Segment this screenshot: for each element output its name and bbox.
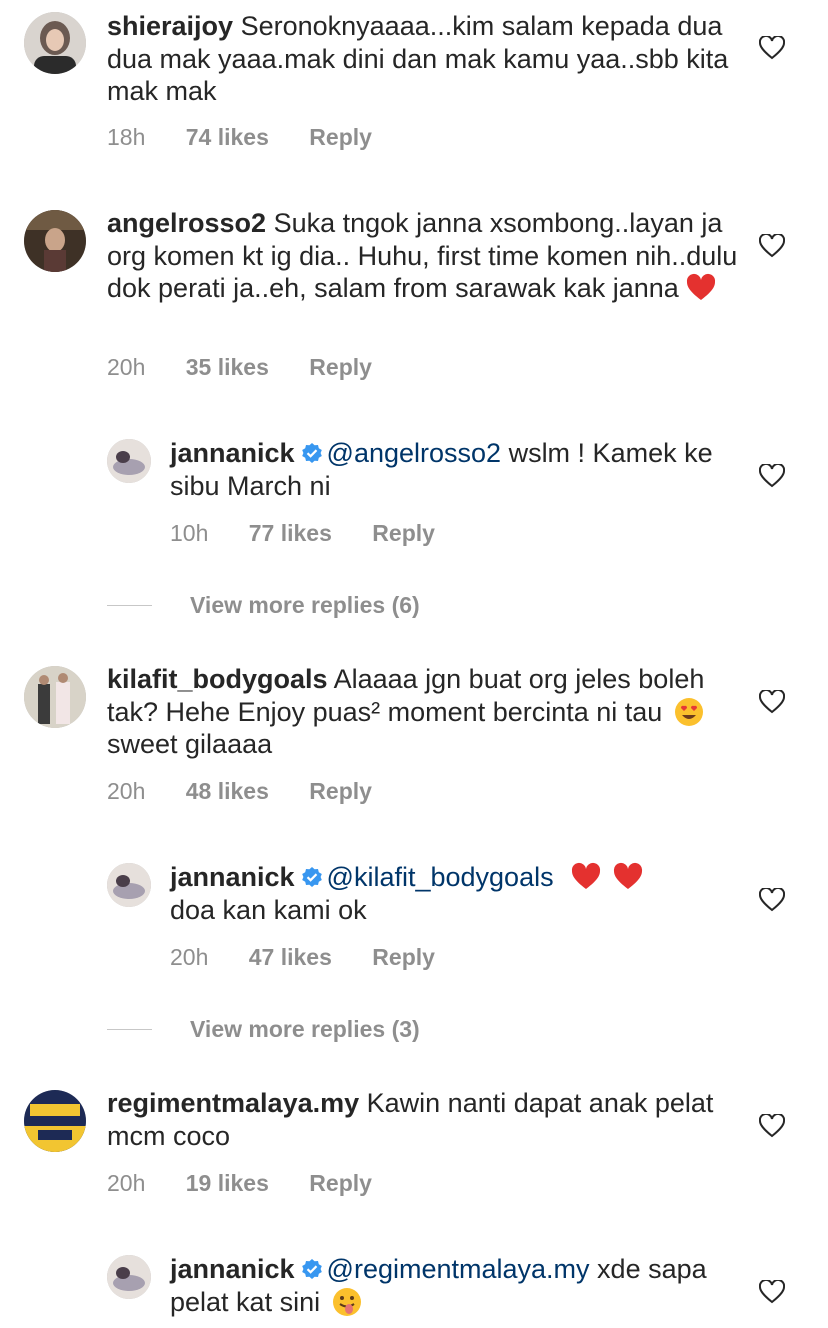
reply-username[interactable]: jannanick xyxy=(170,1254,295,1284)
verified-badge-icon xyxy=(301,867,322,887)
view-more-label: View more replies (6) xyxy=(190,592,420,618)
avatar[interactable] xyxy=(24,666,86,728)
reply-time: 10h xyxy=(170,520,209,546)
divider-line xyxy=(107,605,152,606)
avatar[interactable] xyxy=(107,1255,151,1299)
heart-icon[interactable] xyxy=(759,234,785,258)
reply-button[interactable]: Reply xyxy=(372,944,435,970)
likes-count[interactable]: 35 likes xyxy=(186,354,269,380)
view-more-label: View more replies (3) xyxy=(190,1016,420,1042)
comment-text: shieraijoy Seronoknyaaaa...kim salam kep… xyxy=(107,10,747,108)
comment-meta: 20h 19 likes Reply xyxy=(107,1170,406,1197)
comment-time: 20h xyxy=(107,354,146,380)
reply-button[interactable]: Reply xyxy=(372,520,435,546)
comment-meta: 20h 35 likes Reply xyxy=(107,354,406,381)
view-more-replies-button[interactable]: View more replies (3) xyxy=(107,1016,420,1043)
red-heart-emoji xyxy=(572,862,601,889)
comment-meta: 18h 74 likes Reply xyxy=(107,124,406,151)
comment-username[interactable]: regimentmalaya.my xyxy=(107,1088,359,1118)
verified-badge-icon xyxy=(301,1259,322,1279)
reply-text: jannanick @angelrosso2 wslm ! Kamek ke s… xyxy=(170,437,730,502)
comment-text: regimentmalaya.my Kawin nanti dapat anak… xyxy=(107,1087,747,1152)
likes-count[interactable]: 77 likes xyxy=(249,520,332,546)
reply-time: 20h xyxy=(170,944,209,970)
red-heart-emoji xyxy=(613,862,642,889)
reply-text: jannanick @regimentmalaya.my xde sapa pe… xyxy=(170,1253,730,1318)
reply-meta: 20h 47 likes Reply xyxy=(170,944,469,971)
tongue-out-emoji xyxy=(332,1287,361,1316)
mention-link[interactable]: @regimentmalaya.my xyxy=(327,1254,590,1284)
verified-badge-icon xyxy=(301,443,322,463)
reply-button[interactable]: Reply xyxy=(309,1170,372,1196)
comment-time: 20h xyxy=(107,1170,146,1196)
heart-icon[interactable] xyxy=(759,464,785,488)
view-more-replies-button[interactable]: View more replies (6) xyxy=(107,592,420,619)
reply-text: jannanick @kilafit_bodygoals doa kan kam… xyxy=(170,861,730,926)
avatar[interactable] xyxy=(107,863,151,907)
comment-username[interactable]: shieraijoy xyxy=(107,11,233,41)
comment-text: kilafit_bodygoals Alaaaa jgn buat org je… xyxy=(107,663,747,761)
comment-time: 20h xyxy=(107,778,146,804)
reply-username[interactable]: jannanick xyxy=(170,438,295,468)
avatar[interactable] xyxy=(24,1090,86,1152)
comment-meta: 20h 48 likes Reply xyxy=(107,778,406,805)
heart-icon[interactable] xyxy=(759,690,785,714)
heart-icon[interactable] xyxy=(759,888,785,912)
reply-username[interactable]: jannanick xyxy=(170,862,295,892)
mention-link[interactable]: @kilafit_bodygoals xyxy=(327,862,554,892)
likes-count[interactable]: 48 likes xyxy=(186,778,269,804)
comment-username[interactable]: angelrosso2 xyxy=(107,208,266,238)
heart-eyes-emoji xyxy=(674,697,703,726)
comment-body-end: sweet gilaaaa xyxy=(107,729,273,759)
red-heart-emoji xyxy=(687,273,716,300)
comment-username[interactable]: kilafit_bodygoals xyxy=(107,664,328,694)
divider-line xyxy=(107,1029,152,1030)
heart-icon[interactable] xyxy=(759,1114,785,1138)
comment-text: angelrosso2 Suka tngok janna xsombong..l… xyxy=(107,207,747,305)
likes-count[interactable]: 47 likes xyxy=(249,944,332,970)
reply-button[interactable]: Reply xyxy=(309,124,372,150)
heart-icon[interactable] xyxy=(759,1280,785,1304)
likes-count[interactable]: 19 likes xyxy=(186,1170,269,1196)
avatar[interactable] xyxy=(107,439,151,483)
reply-body: doa kan kami ok xyxy=(170,894,367,925)
heart-icon[interactable] xyxy=(759,36,785,60)
mention-link[interactable]: @angelrosso2 xyxy=(327,438,502,468)
reply-button[interactable]: Reply xyxy=(309,778,372,804)
reply-meta: 10h 77 likes Reply xyxy=(170,520,469,547)
avatar[interactable] xyxy=(24,12,86,74)
avatar[interactable] xyxy=(24,210,86,272)
reply-button[interactable]: Reply xyxy=(309,354,372,380)
comment-time: 18h xyxy=(107,124,146,150)
likes-count[interactable]: 74 likes xyxy=(186,124,269,150)
